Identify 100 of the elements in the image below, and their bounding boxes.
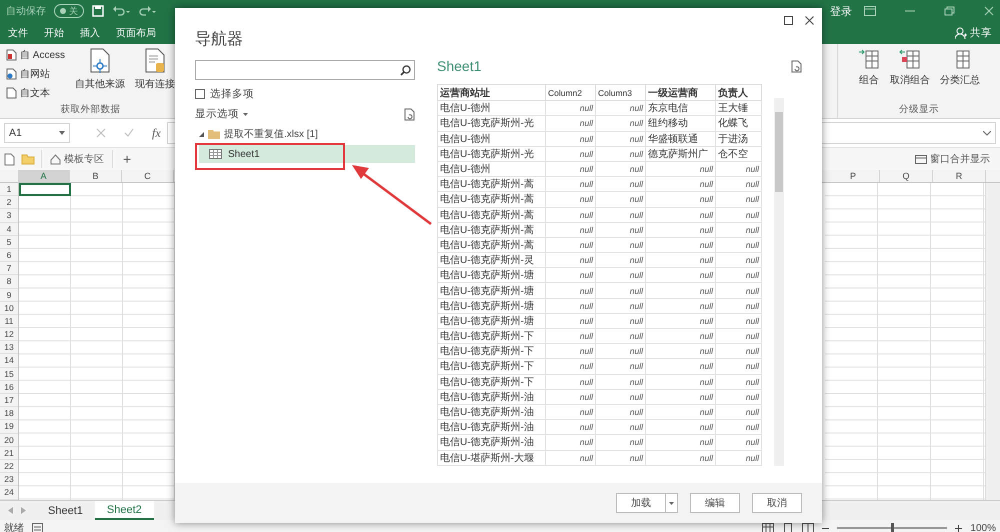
ribbon-button[interactable]: 自 Access <box>6 48 66 62</box>
insert-function-button[interactable]: fx <box>152 126 161 140</box>
normal-view-icon[interactable] <box>762 523 774 532</box>
row-header[interactable]: 14 <box>0 354 18 368</box>
checkbox[interactable] <box>195 89 205 99</box>
tree-item[interactable]: 提取不重复值.xlsx [1] <box>224 127 318 141</box>
new-file-icon[interactable] <box>4 152 15 166</box>
ribbon-button[interactable]: 自文本 <box>6 86 66 100</box>
display-options-menu[interactable]: 显示选项 <box>195 107 248 121</box>
new-tab-button[interactable]: + <box>119 151 136 167</box>
column-header[interactable]: A <box>18 170 70 182</box>
row-header[interactable]: 15 <box>0 368 18 381</box>
row-header[interactable]: 2 <box>0 196 18 210</box>
table-cell: null <box>546 192 596 208</box>
load-dropdown[interactable] <box>665 494 677 512</box>
dialog-button[interactable]: 取消 <box>752 493 802 513</box>
window-icon <box>915 154 927 164</box>
checkbox-label[interactable]: 选择多项 <box>210 87 254 101</box>
check-icon[interactable] <box>124 128 134 138</box>
table-cell: null <box>716 298 762 314</box>
page-break-icon[interactable] <box>802 523 814 532</box>
row-header[interactable]: 23 <box>0 473 18 486</box>
page-layout-icon[interactable] <box>782 523 794 532</box>
row-header[interactable]: 7 <box>0 262 18 276</box>
row-header[interactable]: 5 <box>0 236 18 249</box>
scrollbar[interactable] <box>985 183 1000 500</box>
table-cell: null <box>646 207 716 222</box>
table-cell: 纽约移动 <box>646 116 716 132</box>
table-cell: null <box>596 161 646 177</box>
table-cell: null <box>646 313 716 329</box>
ribbon-tab[interactable]: 开始 <box>44 26 64 40</box>
zoom-in-icon[interactable] <box>955 524 962 532</box>
row-header[interactable]: 6 <box>0 248 18 262</box>
row-header[interactable]: 11 <box>0 314 18 328</box>
template-tab[interactable]: 模板专区 <box>41 150 113 168</box>
dialog-button[interactable]: 编辑 <box>690 493 740 513</box>
row-header[interactable]: 12 <box>0 328 18 342</box>
ungroup-icon <box>899 48 921 70</box>
ribbon-tab[interactable]: 插入 <box>80 26 100 40</box>
row-header[interactable]: 4 <box>0 222 18 236</box>
restore-icon[interactable] <box>944 6 956 16</box>
autosave-toggle[interactable]: 关 <box>54 4 84 18</box>
selected-cell[interactable] <box>19 183 71 196</box>
refresh-icon[interactable] <box>404 108 415 120</box>
sheet-tab[interactable]: Sheet2 <box>94 501 154 520</box>
table-cell: null <box>646 450 716 466</box>
row-header[interactable]: 22 <box>0 460 18 474</box>
ribbon-button[interactable]: 现有连接 <box>135 48 176 103</box>
row-header[interactable]: 17 <box>0 394 18 408</box>
table-cell: null <box>716 420 762 435</box>
row-header[interactable]: 1 <box>0 183 18 196</box>
sign-in-link[interactable]: 登录 <box>830 4 852 18</box>
table-cell: 东京电信 <box>646 100 716 116</box>
export-icon[interactable] <box>791 60 802 72</box>
ribbon-button[interactable]: 自网站 <box>6 67 66 81</box>
table-cell: null <box>646 344 716 359</box>
ribbon-button[interactable]: 取消组合 <box>890 48 930 103</box>
table-cell: 电信U-德克萨斯州-下 <box>438 358 546 374</box>
column-header[interactable]: B <box>70 170 122 182</box>
merge-windows-button[interactable]: 窗口合并显示 <box>915 152 996 166</box>
ribbon-button[interactable]: 分类汇总 <box>940 48 980 103</box>
row-header[interactable]: 21 <box>0 446 18 460</box>
row-header[interactable]: 8 <box>0 275 18 288</box>
column-header[interactable]: R <box>933 170 986 182</box>
row-header[interactable]: 3 <box>0 209 18 223</box>
maximize-icon[interactable] <box>784 16 793 24</box>
save-icon[interactable] <box>92 5 104 17</box>
scrollbar[interactable] <box>774 98 784 466</box>
ribbon-button[interactable]: 自其他来源 <box>75 48 126 103</box>
column-header[interactable]: C <box>122 170 174 182</box>
table-cell: 王大锤 <box>716 100 762 116</box>
row-header[interactable]: 13 <box>0 341 18 354</box>
tree-item[interactable]: Sheet1 <box>199 145 415 163</box>
table-cell: null <box>546 207 596 222</box>
row-header[interactable]: 10 <box>0 302 18 315</box>
column-header[interactable]: Q <box>880 170 933 182</box>
column-header[interactable]: P <box>827 170 880 182</box>
table-cell: null <box>546 389 596 404</box>
zoom-level[interactable]: 100% <box>970 522 996 532</box>
ribbon-button[interactable]: 组合 <box>858 48 880 103</box>
row-header[interactable]: 18 <box>0 407 18 420</box>
row-header[interactable]: 19 <box>0 420 18 434</box>
name-box[interactable]: A1 <box>4 123 70 143</box>
source-icon <box>88 48 112 74</box>
ribbon-display-icon[interactable] <box>864 6 876 16</box>
zoom-slider-thumb[interactable] <box>890 523 894 532</box>
column-header: Column3 <box>596 84 646 101</box>
row-header[interactable]: 16 <box>0 380 18 394</box>
close-icon[interactable] <box>805 16 814 24</box>
ribbon-tab[interactable]: 页面布局 <box>116 26 156 40</box>
row-header[interactable]: 9 <box>0 288 18 302</box>
table-cell: 电信U-德克萨斯州-光 <box>438 146 546 162</box>
ribbon-tab[interactable]: 文件 <box>8 26 28 40</box>
table-cell: 于进汤 <box>716 131 762 146</box>
share-button[interactable]: 共享 <box>955 26 992 40</box>
table-cell: null <box>716 237 762 253</box>
search-field[interactable] <box>195 60 415 80</box>
undo-icon[interactable] <box>112 5 130 17</box>
row-header[interactable]: 20 <box>0 434 18 447</box>
redo-icon[interactable] <box>138 5 156 17</box>
